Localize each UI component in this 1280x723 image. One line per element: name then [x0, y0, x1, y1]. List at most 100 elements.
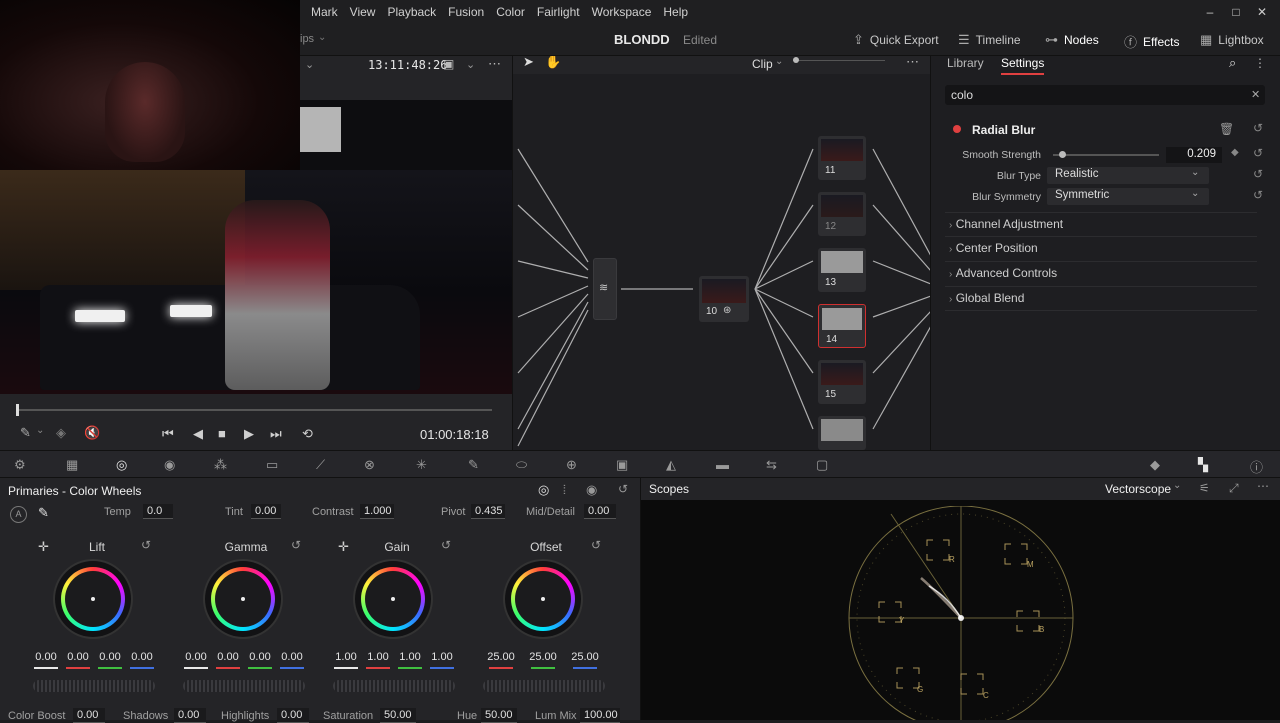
gamma-r[interactable]: 0.00: [214, 651, 242, 663]
color-wheels-icon[interactable]: ◎: [116, 457, 127, 473]
keyframe-icon[interactable]: ◆: [1231, 147, 1239, 158]
menu-playback[interactable]: Playback: [381, 0, 442, 24]
more-icon[interactable]: ⋮: [1254, 56, 1266, 70]
timeline-button[interactable]: ☰ Timeline: [958, 32, 1021, 48]
offset-g[interactable]: 25.00: [526, 651, 560, 663]
loop-button[interactable]: ⟲: [302, 426, 313, 442]
section-channel-adjustment[interactable]: › Channel Adjustment: [949, 217, 1063, 231]
menu-fusion[interactable]: Fusion: [442, 0, 490, 24]
blur-icon[interactable]: ◭: [666, 457, 676, 473]
trash-icon[interactable]: 🗑: [1219, 122, 1234, 136]
contrast-value[interactable]: 1.000: [360, 504, 394, 519]
color-warper-icon[interactable]: ⊗: [364, 457, 375, 473]
color-boost-value[interactable]: 0.00: [73, 708, 105, 723]
section-global-blend[interactable]: › Global Blend: [949, 291, 1024, 305]
section-center-position[interactable]: › Center Position: [949, 241, 1038, 255]
smooth-strength-value[interactable]: 0.209: [1166, 147, 1222, 163]
shadows-value[interactable]: 0.00: [174, 708, 206, 723]
menu-fairlight[interactable]: Fairlight: [531, 0, 586, 24]
blur-symmetry-select[interactable]: Symmetric ⌄: [1047, 188, 1209, 205]
wheel-puck[interactable]: [241, 597, 245, 601]
wheels-mode-icon[interactable]: ◎: [538, 482, 549, 498]
chevron-down-icon[interactable]: ⌄: [305, 58, 314, 71]
reset-icon[interactable]: ↺: [441, 538, 451, 552]
tab-settings[interactable]: Settings: [1001, 56, 1045, 75]
lift-r[interactable]: 0.00: [64, 651, 92, 663]
reset-icon[interactable]: ↺: [291, 538, 301, 552]
gain-y[interactable]: 1.00: [332, 651, 360, 663]
search-input[interactable]: colo: [945, 85, 1265, 105]
gain-b[interactable]: 1.00: [428, 651, 456, 663]
warper-icon[interactable]: ✳: [416, 457, 427, 473]
gamma-b[interactable]: 0.00: [278, 651, 306, 663]
menu-help[interactable]: Help: [657, 0, 694, 24]
chevron-down-icon[interactable]: ⌄: [1173, 480, 1181, 491]
camera-raw-icon[interactable]: ⚙: [14, 457, 26, 473]
chevron-down-icon[interactable]: ⌄: [36, 425, 44, 436]
crosshair-icon[interactable]: ✛: [38, 539, 49, 555]
chevron-down-icon[interactable]: ⌄: [318, 32, 326, 43]
reset-icon[interactable]: ↺: [1253, 146, 1263, 160]
smooth-strength-slider[interactable]: [1053, 154, 1159, 156]
section-advanced-controls[interactable]: › Advanced Controls: [949, 266, 1057, 280]
reset-icon[interactable]: ↺: [618, 482, 628, 496]
tint-value[interactable]: 0.00: [251, 504, 281, 519]
offset-wheel[interactable]: [505, 561, 581, 637]
color-match-icon[interactable]: ▦: [66, 457, 78, 473]
crosshair-icon[interactable]: ✛: [338, 539, 349, 555]
search-icon[interactable]: ⌕: [1229, 55, 1236, 71]
layers-icon[interactable]: ◈: [56, 425, 66, 441]
settings-icon[interactable]: ⚟: [1199, 481, 1210, 495]
display-icon[interactable]: ▣: [443, 57, 454, 71]
expand-icon[interactable]: ⤢: [1229, 481, 1239, 496]
wheel-puck[interactable]: [541, 597, 545, 601]
play-button[interactable]: ▶: [244, 426, 254, 442]
gamma-g[interactable]: 0.00: [246, 651, 274, 663]
minimize-button[interactable]: –: [1202, 4, 1218, 20]
reset-icon[interactable]: ↺: [1253, 167, 1263, 181]
pen-icon[interactable]: ✎: [20, 425, 31, 441]
wheel-puck[interactable]: [391, 597, 395, 601]
highlights-value[interactable]: 0.00: [277, 708, 309, 723]
motion-effects-icon[interactable]: ▭: [266, 457, 278, 473]
scopes-icon[interactable]: ▚: [1198, 457, 1208, 473]
lightbox-button[interactable]: ▦ Lightbox: [1200, 32, 1264, 48]
pivot-value[interactable]: 0.435: [471, 504, 505, 519]
offset-b[interactable]: 25.00: [568, 651, 602, 663]
node-13[interactable]: 13: [818, 248, 866, 292]
maximize-button[interactable]: □: [1228, 4, 1244, 20]
wheel-puck[interactable]: [91, 597, 95, 601]
sizing-icon[interactable]: ⇆: [766, 457, 777, 473]
keyframes-icon[interactable]: ◆: [1150, 457, 1160, 473]
qualifier-icon[interactable]: ✎: [468, 457, 479, 473]
go-to-start-button[interactable]: ⏮: [162, 426, 174, 442]
reset-icon[interactable]: ↺: [1253, 121, 1263, 135]
gain-master-wheel[interactable]: [333, 680, 455, 692]
gamma-master-wheel[interactable]: [183, 680, 305, 692]
menu-view[interactable]: View: [344, 0, 382, 24]
node-partial[interactable]: [818, 416, 866, 450]
menu-color[interactable]: Color: [490, 0, 531, 24]
mid-detail-value[interactable]: 0.00: [584, 504, 616, 519]
menu-mark[interactable]: Mark: [305, 0, 344, 24]
lift-y[interactable]: 0.00: [32, 651, 60, 663]
curves-icon[interactable]: ⟋: [316, 457, 325, 473]
play-reverse-button[interactable]: ◀: [193, 426, 203, 442]
tracker-icon[interactable]: ⊕: [566, 457, 577, 473]
auto-balance-button[interactable]: A: [10, 506, 27, 523]
hue-value[interactable]: 50.00: [481, 708, 517, 723]
rgb-mixer-icon[interactable]: ⁂: [214, 457, 227, 473]
offset-master-wheel[interactable]: [483, 680, 605, 692]
playhead[interactable]: [16, 404, 19, 416]
lift-g[interactable]: 0.00: [96, 651, 124, 663]
info-icon[interactable]: ⓘ: [1250, 457, 1263, 476]
node-11[interactable]: 11: [818, 136, 866, 180]
stop-button[interactable]: ■: [218, 426, 226, 441]
node-10[interactable]: 10 ⊛: [699, 276, 749, 322]
chevron-down-icon[interactable]: ⌄: [466, 58, 475, 71]
more-icon[interactable]: ⋯: [1257, 479, 1269, 493]
lift-wheel[interactable]: [55, 561, 131, 637]
nodes-button[interactable]: ⊶ Nodes: [1045, 32, 1099, 48]
lift-b[interactable]: 0.00: [128, 651, 156, 663]
more-icon[interactable]: ⋯: [488, 56, 501, 72]
